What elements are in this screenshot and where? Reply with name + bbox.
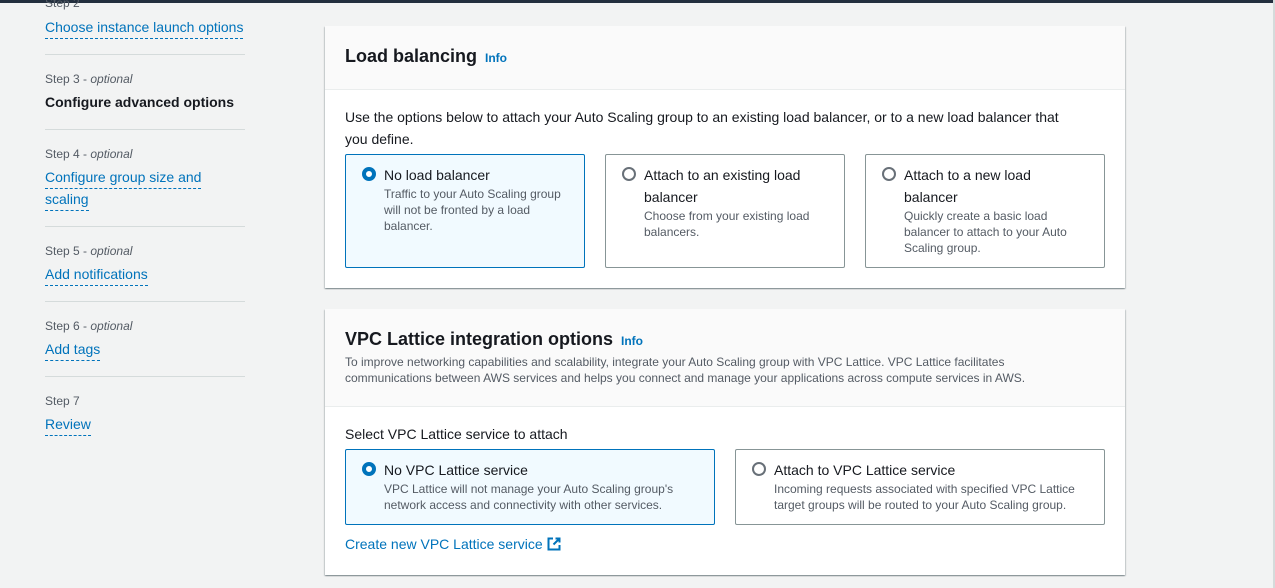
option-no-vpc-lattice-service[interactable]: No VPC Lattice service VPC Lattice will …	[345, 449, 715, 525]
vpc-lattice-panel: VPC Lattice integration options Info To i…	[325, 309, 1125, 575]
vpc-lattice-title: VPC Lattice integration options Info	[345, 329, 644, 349]
step-4-link-line2[interactable]: scaling	[45, 188, 89, 211]
option-label: Attach to VPC Lattice service	[774, 462, 956, 478]
step-4-link[interactable]: Configure group size and	[45, 166, 202, 189]
step-2-link[interactable]: Choose instance launch options	[45, 16, 244, 39]
option-label: Attach to an existing load	[644, 167, 801, 183]
step-divider	[45, 226, 245, 227]
load-balancing-info-link[interactable]: Info	[485, 51, 507, 65]
create-link-label: Create new VPC Lattice service	[345, 536, 543, 552]
vpc-lattice-info-link[interactable]: Info	[621, 334, 643, 348]
step-6-meta: Step 6 - optional	[45, 319, 133, 333]
option-description: Traffic to your Auto Scaling group	[384, 187, 561, 201]
load-balancing-description: Use the options below to attach your Aut…	[345, 109, 1059, 125]
step-divider	[45, 129, 245, 130]
radio-unselected-icon[interactable]	[752, 462, 766, 476]
option-description: network access and connectivity with oth…	[384, 498, 663, 512]
vpc-lattice-description-line2: communications between AWS services and …	[345, 371, 1026, 385]
option-description: Quickly create a basic load	[904, 209, 1048, 223]
step-7-link[interactable]: Review	[45, 413, 91, 436]
option-description: target groups will be routed to your Aut…	[774, 498, 1067, 512]
option-description: Choose from your existing load	[644, 209, 810, 223]
option-description: Incoming requests associated with specif…	[774, 482, 1075, 496]
option-label: No VPC Lattice service	[384, 462, 528, 478]
option-label-line2: balancer	[644, 189, 698, 205]
option-description: balancers.	[644, 225, 700, 239]
load-balancing-description-line2: you define.	[345, 131, 414, 147]
option-description: balancer to attach to your Auto	[904, 225, 1067, 239]
step-3-meta: Step 3 - optional	[45, 72, 133, 86]
option-no-load-balancer[interactable]: No load balancer Traffic to your Auto Sc…	[345, 154, 585, 268]
option-description: balancer.	[384, 219, 433, 233]
option-description: Scaling group.	[904, 241, 981, 255]
option-attach-vpc-lattice-service[interactable]: Attach to VPC Lattice service Incoming r…	[735, 449, 1105, 525]
load-balancing-title: Load balancing Info	[345, 46, 508, 66]
step-6-link[interactable]: Add tags	[45, 338, 101, 361]
option-description: VPC Lattice will not manage your Auto Sc…	[384, 482, 674, 496]
option-label: Attach to a new load	[904, 167, 1031, 183]
option-label: No load balancer	[384, 167, 490, 183]
option-attach-new-load-balancer[interactable]: Attach to a new load balancer Quickly cr…	[865, 154, 1105, 268]
step-divider	[45, 376, 245, 377]
option-attach-existing-load-balancer[interactable]: Attach to an existing load balancer Choo…	[605, 154, 845, 268]
radio-unselected-icon[interactable]	[622, 167, 636, 181]
radio-unselected-icon[interactable]	[882, 167, 896, 181]
external-link-icon	[547, 535, 561, 557]
step-2-meta: Step 2	[45, 0, 80, 10]
step-divider	[45, 54, 245, 55]
option-label-line2: balancer	[904, 189, 958, 205]
step-5-meta: Step 5 - optional	[45, 244, 133, 258]
load-balancing-panel: Load balancing Info Use the options below…	[325, 26, 1125, 288]
step-7-meta: Step 7	[45, 394, 80, 408]
radio-selected-icon[interactable]	[362, 167, 376, 181]
select-vpc-lattice-label: Select VPC Lattice service to attach	[345, 426, 568, 442]
option-description: will not be fronted by a load	[384, 203, 531, 217]
step-divider	[45, 301, 245, 302]
vpc-lattice-description: To improve networking capabilities and s…	[345, 355, 1005, 369]
radio-selected-icon[interactable]	[362, 462, 376, 476]
top-bar	[0, 0, 1275, 3]
step-3-current: Configure advanced options	[45, 94, 235, 110]
step-5-link[interactable]: Add notifications	[45, 263, 148, 286]
create-vpc-lattice-service-link[interactable]: Create new VPC Lattice service	[345, 533, 561, 557]
step-4-meta: Step 4 - optional	[45, 147, 133, 161]
